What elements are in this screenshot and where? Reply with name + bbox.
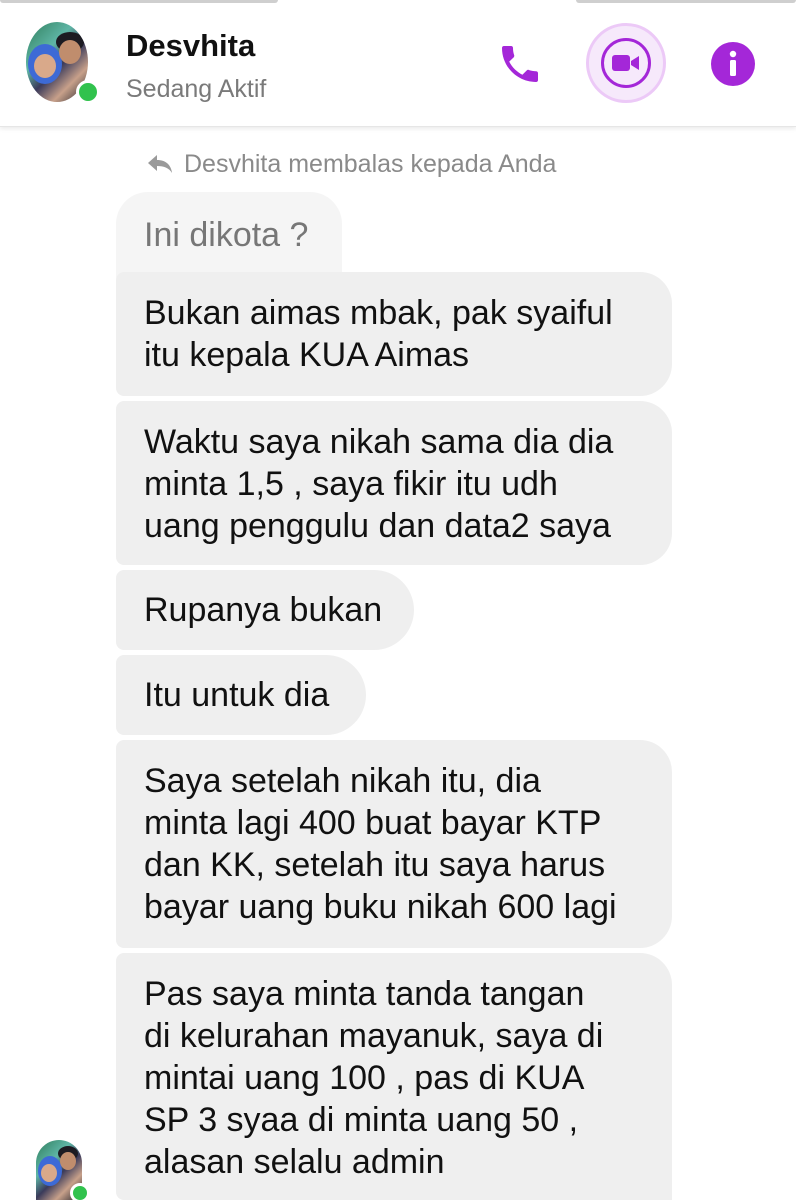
message-bubble[interactable]: Rupanya bukan <box>116 570 414 650</box>
message-bubble[interactable]: Saya setelah nikah itu, dia minta lagi 4… <box>116 740 672 948</box>
online-indicator <box>76 80 100 104</box>
sender-online-indicator <box>70 1183 90 1203</box>
info-icon <box>711 42 755 86</box>
status-bar-edge <box>576 0 796 3</box>
phone-icon <box>502 46 538 82</box>
chat-header: Desvhita Sedang Aktif <box>0 0 796 127</box>
message-bubble[interactable]: Pas saya minta tanda tangan di kelurahan… <box>116 953 672 1200</box>
info-button[interactable] <box>709 40 757 88</box>
voice-call-button[interactable] <box>492 38 548 90</box>
status-bar-edge <box>0 0 278 3</box>
video-call-button[interactable] <box>586 23 666 103</box>
message-bubble[interactable]: Bukan aimas mbak, pak syaiful itu kepala… <box>116 272 672 396</box>
video-call-icon-ring <box>601 38 651 88</box>
active-status: Sedang Aktif <box>126 75 267 103</box>
reply-note: Desvhita membalas kepada Anda <box>146 148 556 180</box>
video-call-icon <box>612 55 639 71</box>
reply-note-text: Desvhita membalas kepada Anda <box>184 149 557 178</box>
message-bubble[interactable]: Waktu saya nikah sama dia dia minta 1,5 … <box>116 401 672 565</box>
reply-arrow-icon <box>148 155 172 173</box>
message-bubble[interactable]: Itu untuk dia <box>116 655 366 735</box>
contact-name[interactable]: Desvhita <box>126 28 255 64</box>
quoted-message[interactable]: Ini dikota ? <box>116 192 342 282</box>
